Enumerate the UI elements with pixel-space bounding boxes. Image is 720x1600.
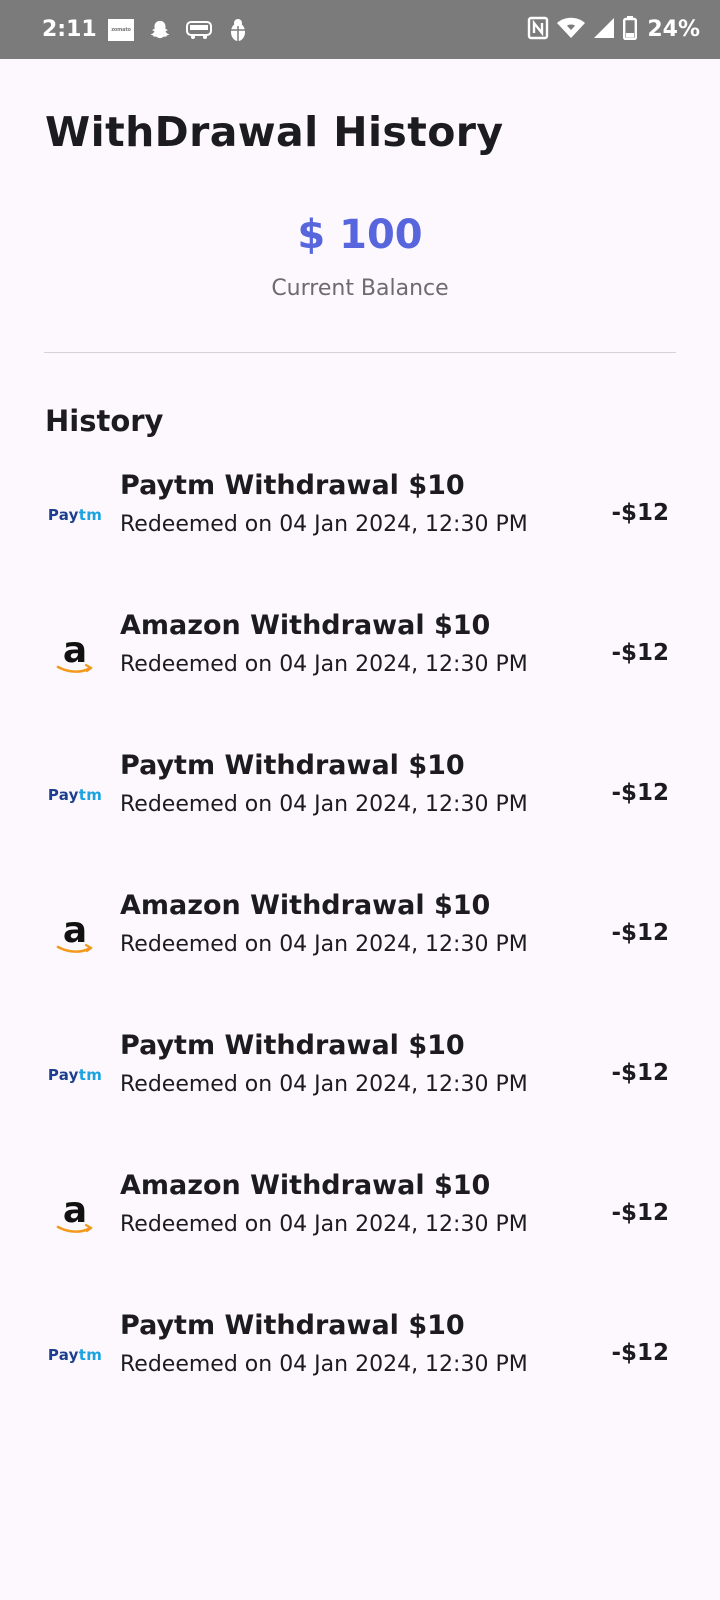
battery-percent: 24% (647, 17, 700, 42)
history-item-date: Redeemed on 04 Jan 2024, 12:30 PM (120, 512, 528, 537)
nfc-icon (527, 16, 549, 44)
wifi-icon (557, 17, 586, 43)
snapchat-icon (147, 18, 173, 42)
svg-text:a: a (63, 911, 87, 951)
current-balance-amount: $ 100 (297, 212, 423, 258)
history-item-date: Redeemed on 04 Jan 2024, 12:30 PM (120, 932, 528, 957)
amazon-logo-icon: a (48, 1188, 102, 1242)
history-item-title: Paytm Withdrawal $10 (120, 750, 465, 781)
history-item-title: Amazon Withdrawal $10 (120, 1170, 491, 1201)
page-title: WithDrawal History (45, 108, 504, 156)
status-time: 2:11 (42, 17, 97, 42)
battery-icon (623, 15, 638, 44)
history-item-date: Redeemed on 04 Jan 2024, 12:30 PM (120, 1072, 528, 1097)
status-bar: 2:11 zomato 24% (0, 0, 720, 59)
current-balance-label: Current Balance (271, 276, 449, 301)
history-item-date: Redeemed on 04 Jan 2024, 12:30 PM (120, 1212, 528, 1237)
history-item[interactable]: a Amazon Withdrawal $10 Redeemed on 04 J… (0, 1170, 720, 1310)
svg-text:a: a (63, 1191, 87, 1231)
history-item-title: Amazon Withdrawal $10 (120, 610, 491, 641)
history-item-amount: -$12 (611, 920, 669, 946)
paytm-logo-icon: Paytm (47, 1066, 103, 1084)
history-item[interactable]: Paytm Paytm Withdrawal $10 Redeemed on 0… (0, 1310, 720, 1450)
redbus-icon (186, 18, 212, 42)
history-item-amount: -$12 (611, 1200, 669, 1226)
history-item[interactable]: Paytm Paytm Withdrawal $10 Redeemed on 0… (0, 470, 720, 610)
amazon-logo-icon: a (48, 628, 102, 682)
history-item-title: Paytm Withdrawal $10 (120, 470, 465, 501)
history-item-amount: -$12 (611, 1340, 669, 1366)
zomato-icon: zomato (108, 18, 134, 42)
history-section-title: History (45, 404, 164, 438)
history-item[interactable]: Paytm Paytm Withdrawal $10 Redeemed on 0… (0, 750, 720, 890)
bug-icon (225, 18, 251, 42)
history-item[interactable]: a Amazon Withdrawal $10 Redeemed on 04 J… (0, 890, 720, 1030)
history-item-date: Redeemed on 04 Jan 2024, 12:30 PM (120, 1352, 528, 1377)
history-list: Paytm Paytm Withdrawal $10 Redeemed on 0… (0, 470, 720, 1450)
history-item-amount: -$12 (611, 1060, 669, 1086)
history-item-title: Paytm Withdrawal $10 (120, 1310, 465, 1341)
history-item-date: Redeemed on 04 Jan 2024, 12:30 PM (120, 792, 528, 817)
history-item-title: Paytm Withdrawal $10 (120, 1030, 465, 1061)
svg-text:a: a (63, 631, 87, 671)
history-item-amount: -$12 (611, 780, 669, 806)
paytm-logo-icon: Paytm (47, 786, 103, 804)
history-item[interactable]: Paytm Paytm Withdrawal $10 Redeemed on 0… (0, 1030, 720, 1170)
amazon-logo-icon: a (48, 908, 102, 962)
paytm-logo-icon: Paytm (47, 506, 103, 524)
divider (44, 352, 676, 353)
history-item-amount: -$12 (611, 500, 669, 526)
system-icons: 24% (527, 15, 700, 44)
notification-icons: zomato (108, 18, 251, 42)
signal-icon (593, 17, 615, 43)
history-item-title: Amazon Withdrawal $10 (120, 890, 491, 921)
history-item-date: Redeemed on 04 Jan 2024, 12:30 PM (120, 652, 528, 677)
history-item-amount: -$12 (611, 640, 669, 666)
history-item[interactable]: a Amazon Withdrawal $10 Redeemed on 04 J… (0, 610, 720, 750)
paytm-logo-icon: Paytm (47, 1346, 103, 1364)
